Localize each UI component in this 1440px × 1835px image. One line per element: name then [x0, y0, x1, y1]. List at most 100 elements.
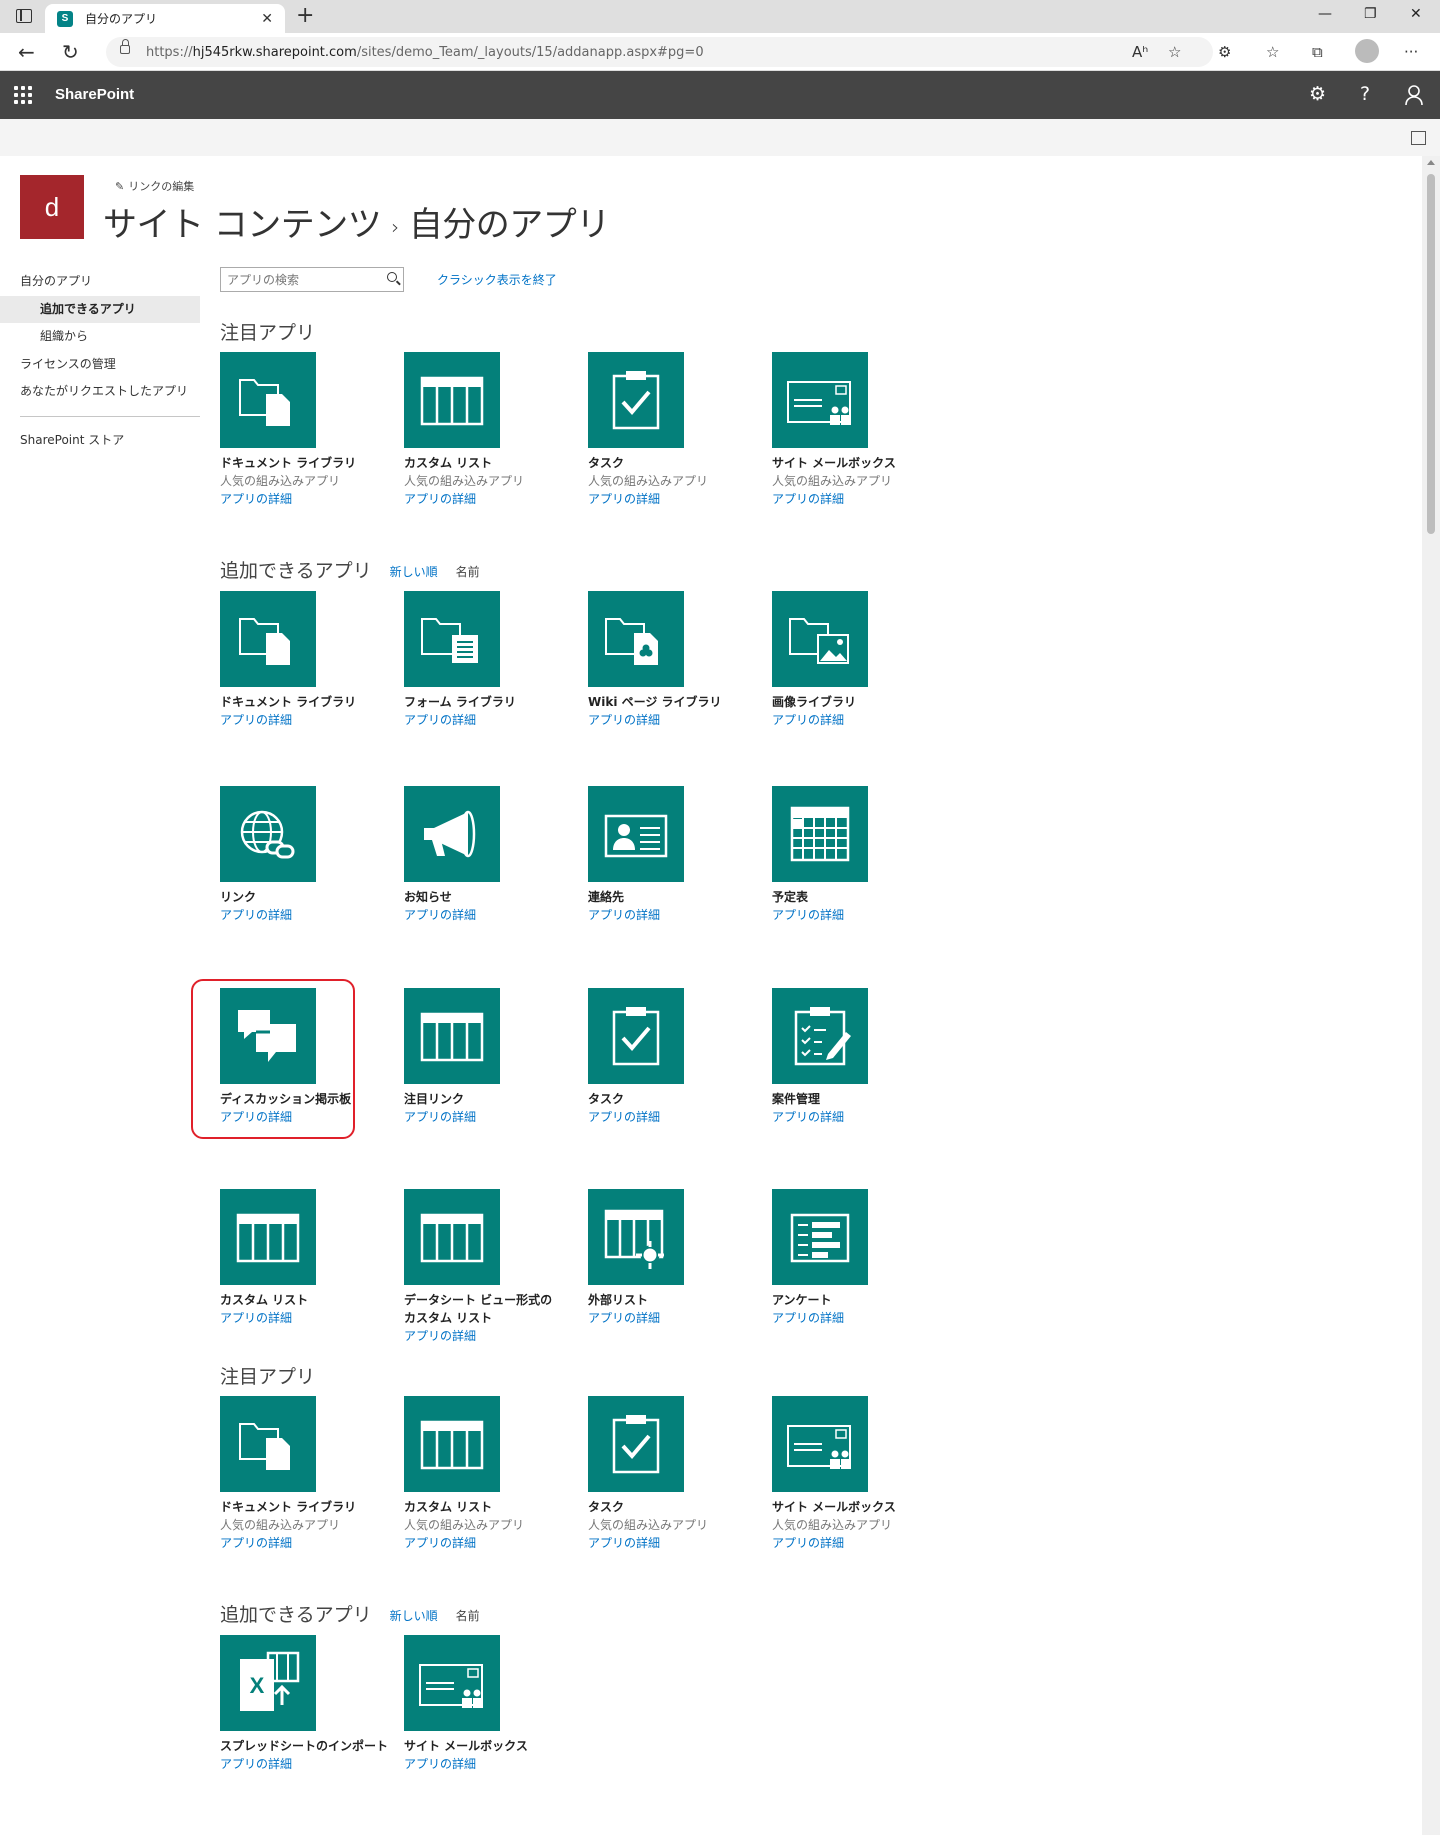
- folder-wiki-icon[interactable]: [588, 591, 684, 687]
- app-details-link[interactable]: アプリの詳細: [220, 1534, 420, 1552]
- app-search-input[interactable]: アプリの検索: [220, 267, 404, 292]
- app-tile-sitemailbox[interactable]: サイト メールボックス アプリの詳細: [404, 1635, 604, 1773]
- folder-document-icon[interactable]: [220, 591, 316, 687]
- app-details-link[interactable]: アプリの詳細: [588, 1309, 788, 1327]
- app-tile-issue[interactable]: 案件管理 アプリの詳細: [772, 988, 972, 1126]
- refresh-button[interactable]: ↻: [62, 40, 79, 64]
- app-name[interactable]: お知らせ: [404, 888, 604, 906]
- sort-newest-link[interactable]: 新しい順: [390, 565, 438, 579]
- back-button[interactable]: ←: [18, 40, 35, 64]
- app-tile-formlib[interactable]: フォーム ライブラリ アプリの詳細: [404, 591, 604, 729]
- app-name[interactable]: 注目リンク: [404, 1090, 604, 1108]
- contact-card-icon[interactable]: [588, 786, 684, 882]
- site-logo[interactable]: d: [20, 175, 84, 239]
- app-name[interactable]: フォーム ライブラリ: [404, 693, 604, 711]
- app-tile-links[interactable]: リンク アプリの詳細: [220, 786, 420, 924]
- external-list-icon[interactable]: [588, 1189, 684, 1285]
- tab-actions-icon[interactable]: [16, 9, 32, 23]
- app-name[interactable]: タスク: [588, 1090, 788, 1108]
- table-icon[interactable]: [404, 1396, 500, 1492]
- favorites-icon[interactable]: ☆: [1266, 43, 1279, 61]
- app-details-link[interactable]: アプリの詳細: [772, 490, 972, 508]
- restore-button[interactable]: ❐: [1364, 6, 1377, 22]
- browser-tab[interactable]: S 自分のアプリ ✕: [45, 4, 285, 33]
- app-tile-calendar[interactable]: 予定表 アプリの詳細: [772, 786, 972, 924]
- app-details-link[interactable]: アプリの詳細: [772, 1108, 972, 1126]
- site-mailbox-icon[interactable]: [772, 1396, 868, 1492]
- app-name[interactable]: カスタム リスト: [404, 454, 604, 472]
- app-name[interactable]: Wiki ページ ライブラリ: [588, 693, 788, 711]
- megaphone-icon[interactable]: [404, 786, 500, 882]
- app-details-link[interactable]: アプリの詳細: [220, 490, 420, 508]
- app-details-link[interactable]: アプリの詳細: [588, 1108, 788, 1126]
- nav-apps-you-can-add[interactable]: 追加できるアプリ: [0, 295, 200, 323]
- app-tile-doclib-featured[interactable]: ドキュメント ライブラリ 人気の組み込みアプリ アプリの詳細: [220, 352, 420, 508]
- app-name[interactable]: タスク: [588, 1498, 788, 1516]
- task-clipboard-icon[interactable]: [588, 352, 684, 448]
- app-name[interactable]: ドキュメント ライブラリ: [220, 693, 420, 711]
- app-name[interactable]: ドキュメント ライブラリ: [220, 454, 420, 472]
- survey-icon[interactable]: [772, 1189, 868, 1285]
- app-details-link[interactable]: アプリの詳細: [220, 906, 420, 924]
- folder-document-icon[interactable]: [220, 1396, 316, 1492]
- app-tile-task-featured-2[interactable]: タスク 人気の組み込みアプリ アプリの詳細: [588, 1396, 788, 1552]
- nav-from-organization[interactable]: 組織から: [0, 323, 200, 351]
- app-details-link[interactable]: アプリの詳細: [404, 1327, 604, 1345]
- sort-name-link-2[interactable]: 名前: [456, 1609, 480, 1623]
- collections-icon[interactable]: ⧉: [1312, 43, 1323, 61]
- app-details-link[interactable]: アプリの詳細: [404, 1755, 604, 1773]
- app-tile-customlist-featured[interactable]: カスタム リスト 人気の組み込みアプリ アプリの詳細: [404, 352, 604, 508]
- page-scrollbar[interactable]: [1422, 156, 1440, 1835]
- app-tile-customlist-featured-2[interactable]: カスタム リスト 人気の組み込みアプリ アプリの詳細: [404, 1396, 604, 1552]
- app-details-link[interactable]: アプリの詳細: [588, 490, 788, 508]
- app-tile-task-featured[interactable]: タスク 人気の組み込みアプリ アプリの詳細: [588, 352, 788, 508]
- app-name[interactable]: 案件管理: [772, 1090, 972, 1108]
- nav-manage-licenses[interactable]: ライセンスの管理: [0, 351, 200, 379]
- excel-import-icon[interactable]: [220, 1635, 316, 1731]
- user-icon[interactable]: [1404, 84, 1424, 106]
- app-details-link[interactable]: アプリの詳細: [220, 1309, 420, 1327]
- app-details-link[interactable]: アプリの詳細: [588, 906, 788, 924]
- app-name[interactable]: 外部リスト: [588, 1291, 788, 1309]
- sharepoint-brand[interactable]: SharePoint: [55, 86, 134, 103]
- task-clipboard-icon[interactable]: [588, 988, 684, 1084]
- focus-mode-icon[interactable]: [1411, 131, 1426, 145]
- app-tile-import-spreadsheet[interactable]: スプレッドシートのインポート アプリの詳細: [220, 1635, 420, 1773]
- app-name[interactable]: 予定表: [772, 888, 972, 906]
- app-name[interactable]: ディスカッション掲示板: [220, 1090, 420, 1108]
- site-mailbox-icon[interactable]: [404, 1635, 500, 1731]
- task-clipboard-icon[interactable]: [588, 1396, 684, 1492]
- app-name[interactable]: 画像ライブラリ: [772, 693, 972, 711]
- app-tile-announcements[interactable]: お知らせ アプリの詳細: [404, 786, 604, 924]
- breadcrumb-site-contents[interactable]: サイト コンテンツ: [103, 205, 382, 245]
- app-name[interactable]: データシート ビュー形式の カスタム リスト: [404, 1291, 604, 1327]
- minimize-button[interactable]: —: [1318, 6, 1332, 22]
- table-icon[interactable]: [404, 1189, 500, 1285]
- app-name[interactable]: アンケート: [772, 1291, 972, 1309]
- app-tile-doclib-featured-2[interactable]: ドキュメント ライブラリ 人気の組み込みアプリ アプリの詳細: [220, 1396, 420, 1552]
- app-details-link[interactable]: アプリの詳細: [772, 1534, 972, 1552]
- app-details-link[interactable]: アプリの詳細: [404, 906, 604, 924]
- read-aloud-icon[interactable]: Aʰ: [1132, 43, 1148, 61]
- app-name[interactable]: カスタム リスト: [220, 1291, 420, 1309]
- table-icon[interactable]: [220, 1189, 316, 1285]
- close-window-button[interactable]: ✕: [1410, 6, 1422, 22]
- app-tile-promoted-links[interactable]: 注目リンク アプリの詳細: [404, 988, 604, 1126]
- app-tile-customlist[interactable]: カスタム リスト アプリの詳細: [220, 1189, 420, 1327]
- app-name[interactable]: スプレッドシートのインポート: [220, 1737, 420, 1755]
- app-tile-datasheet-list[interactable]: データシート ビュー形式の カスタム リスト アプリの詳細: [404, 1189, 604, 1345]
- site-mailbox-icon[interactable]: [772, 352, 868, 448]
- app-tile-sitemailbox-featured-2[interactable]: サイト メールボックス 人気の組み込みアプリ アプリの詳細: [772, 1396, 972, 1552]
- globe-link-icon[interactable]: [220, 786, 316, 882]
- app-tile-discussion[interactable]: ディスカッション掲示板 アプリの詳細: [220, 988, 420, 1126]
- app-name[interactable]: カスタム リスト: [404, 1498, 604, 1516]
- app-tile-contacts[interactable]: 連絡先 アプリの詳細: [588, 786, 788, 924]
- exit-classic-link[interactable]: クラシック表示を終了: [437, 271, 557, 288]
- issue-tracking-icon[interactable]: [772, 988, 868, 1084]
- folder-picture-icon[interactable]: [772, 591, 868, 687]
- app-tile-external-list[interactable]: 外部リスト アプリの詳細: [588, 1189, 788, 1327]
- more-icon[interactable]: ···: [1404, 43, 1418, 61]
- app-name[interactable]: サイト メールボックス: [772, 1498, 972, 1516]
- app-name[interactable]: サイト メールボックス: [772, 454, 972, 472]
- app-details-link[interactable]: アプリの詳細: [404, 1534, 604, 1552]
